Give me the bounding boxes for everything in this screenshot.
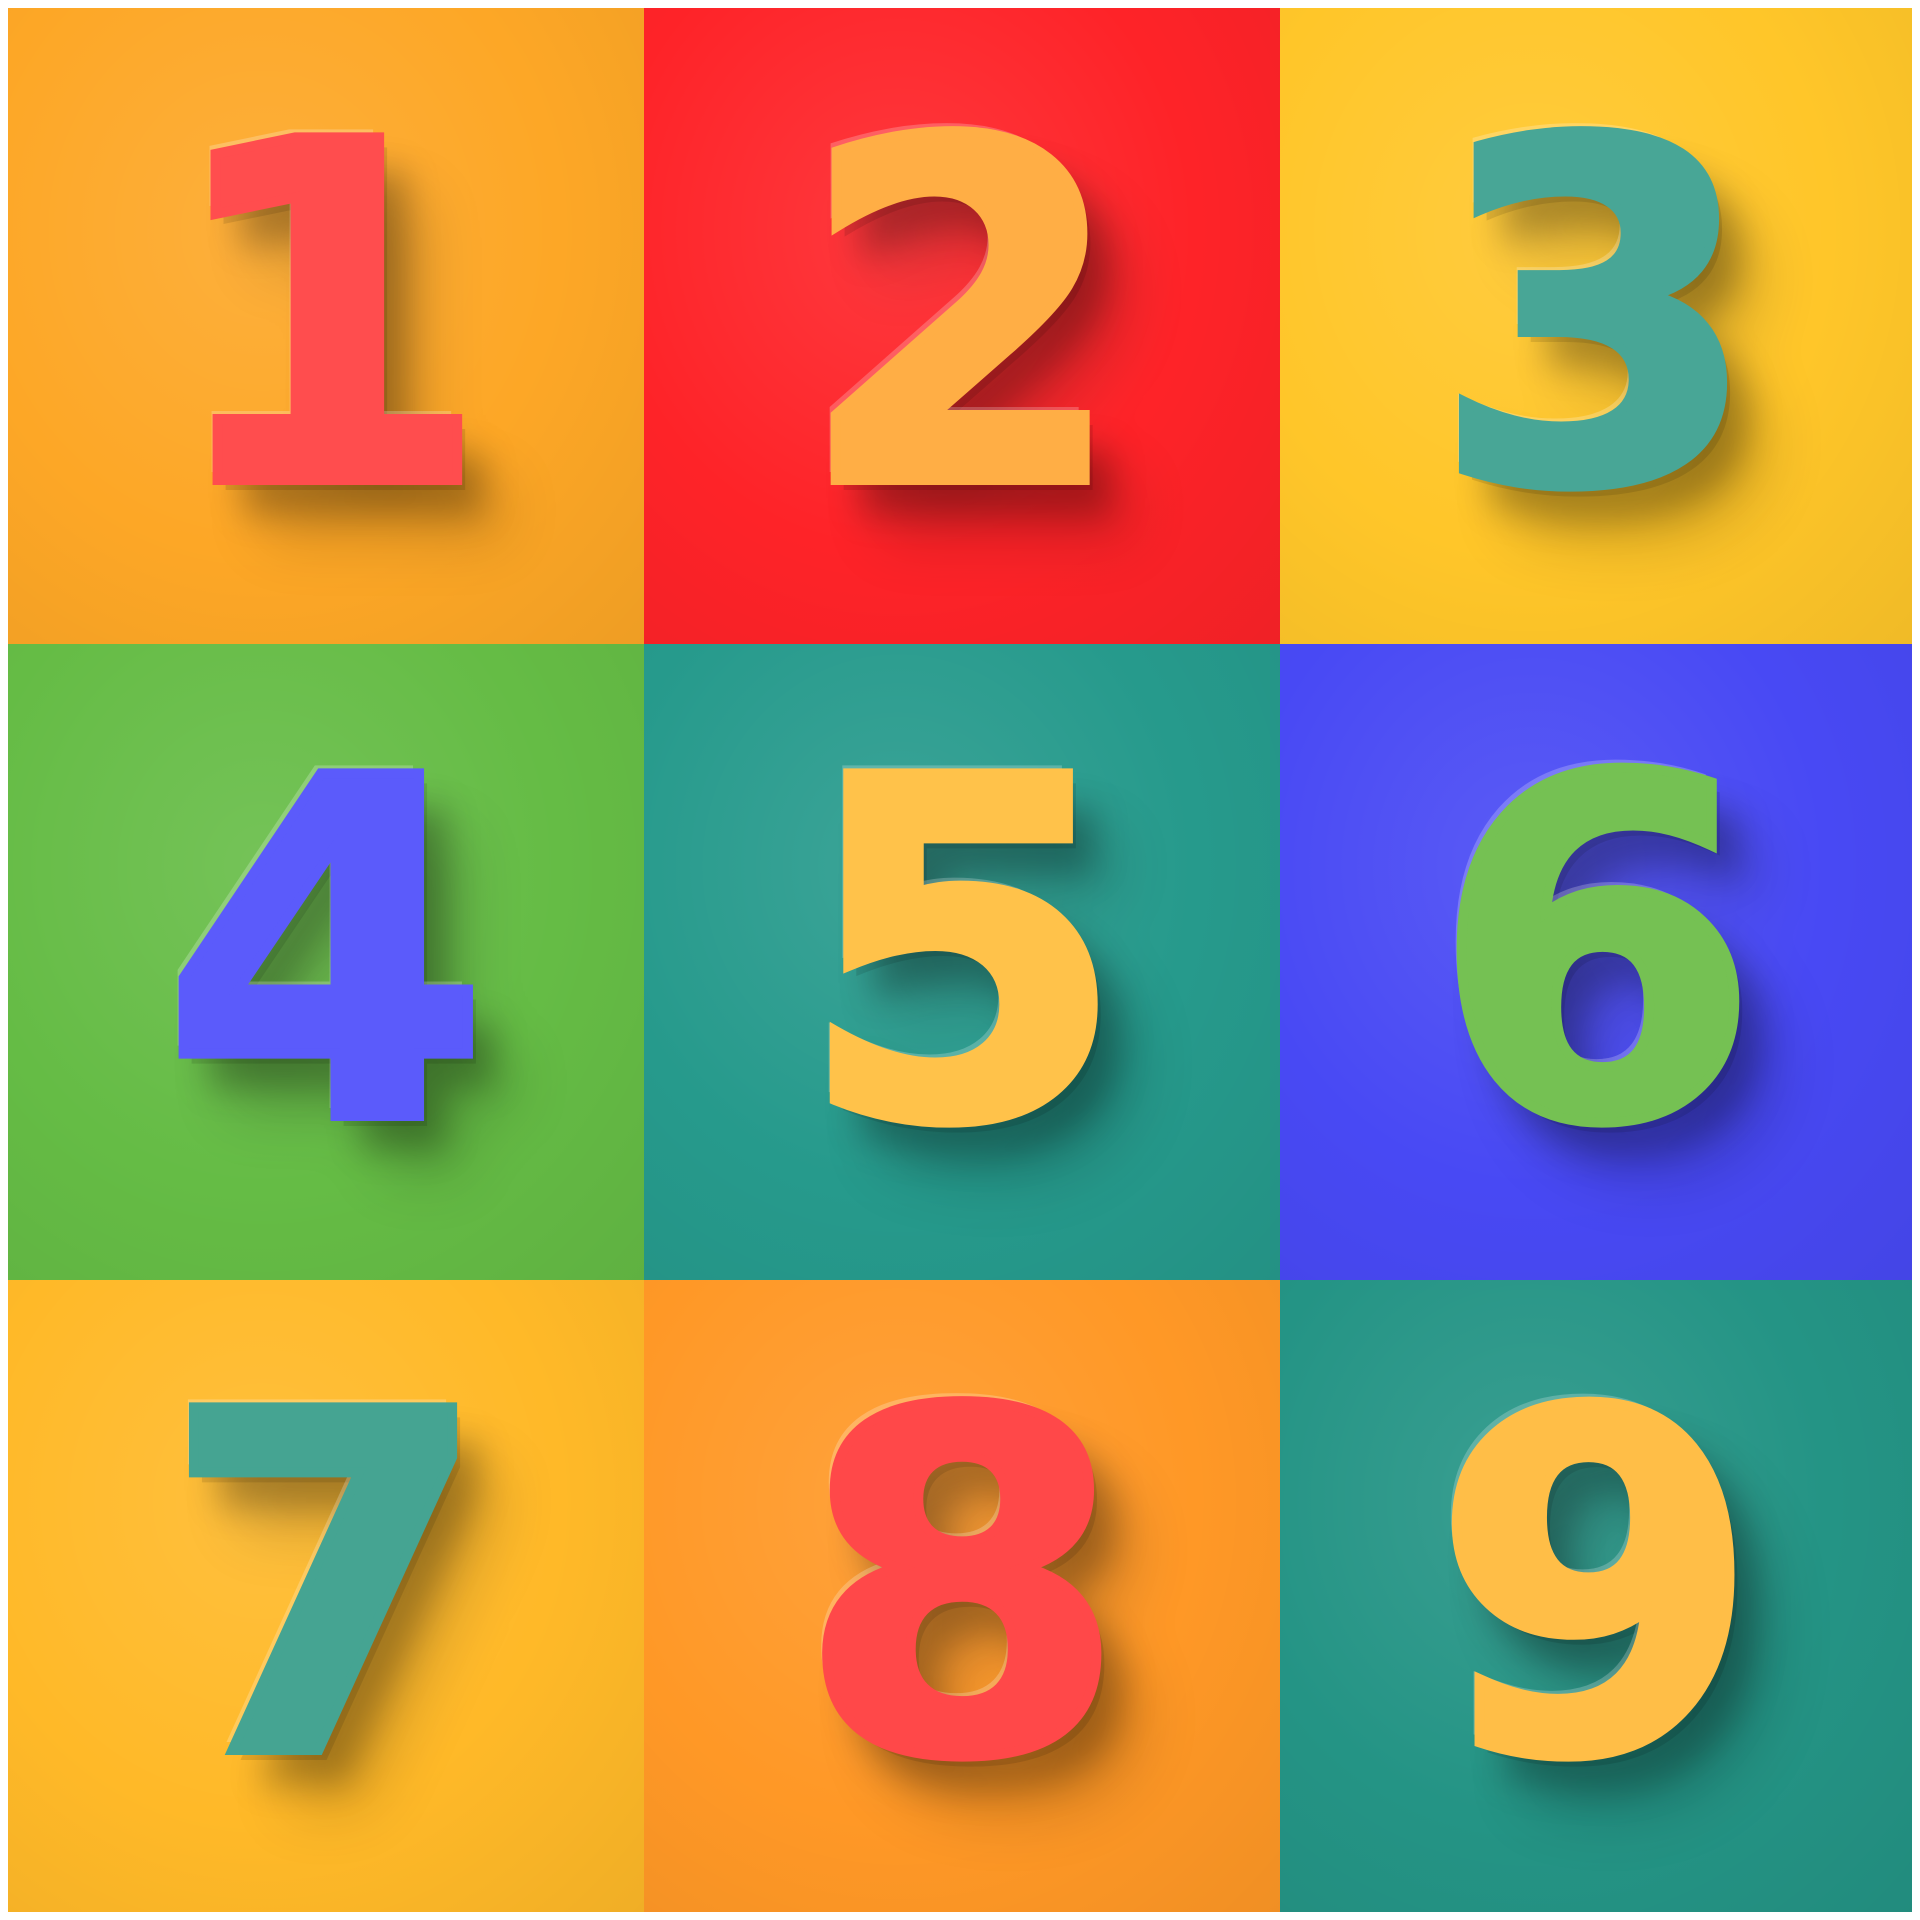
digit-7: 7 (157, 1314, 494, 1861)
digit-9: 9 (1427, 1314, 1764, 1861)
tile-9: 9 (1280, 1280, 1912, 1912)
tile-8: 8 (644, 1280, 1280, 1912)
tile-5: 5 (644, 644, 1280, 1280)
tile-3: 3 (1280, 8, 1912, 644)
digit-6: 6 (1427, 680, 1764, 1227)
number-grid: 1 2 3 4 5 6 7 8 9 (8, 8, 1912, 1912)
digit-3: 3 (1427, 44, 1764, 591)
tile-2: 2 (644, 8, 1280, 644)
digit-2: 2 (793, 44, 1130, 591)
digit-8: 8 (793, 1314, 1130, 1861)
tile-7: 7 (8, 1280, 644, 1912)
tile-1: 1 (8, 8, 644, 644)
tile-4: 4 (8, 644, 644, 1280)
digit-4: 4 (157, 680, 494, 1227)
digit-5: 5 (793, 680, 1130, 1227)
digit-1: 1 (157, 44, 494, 591)
tile-6: 6 (1280, 644, 1912, 1280)
